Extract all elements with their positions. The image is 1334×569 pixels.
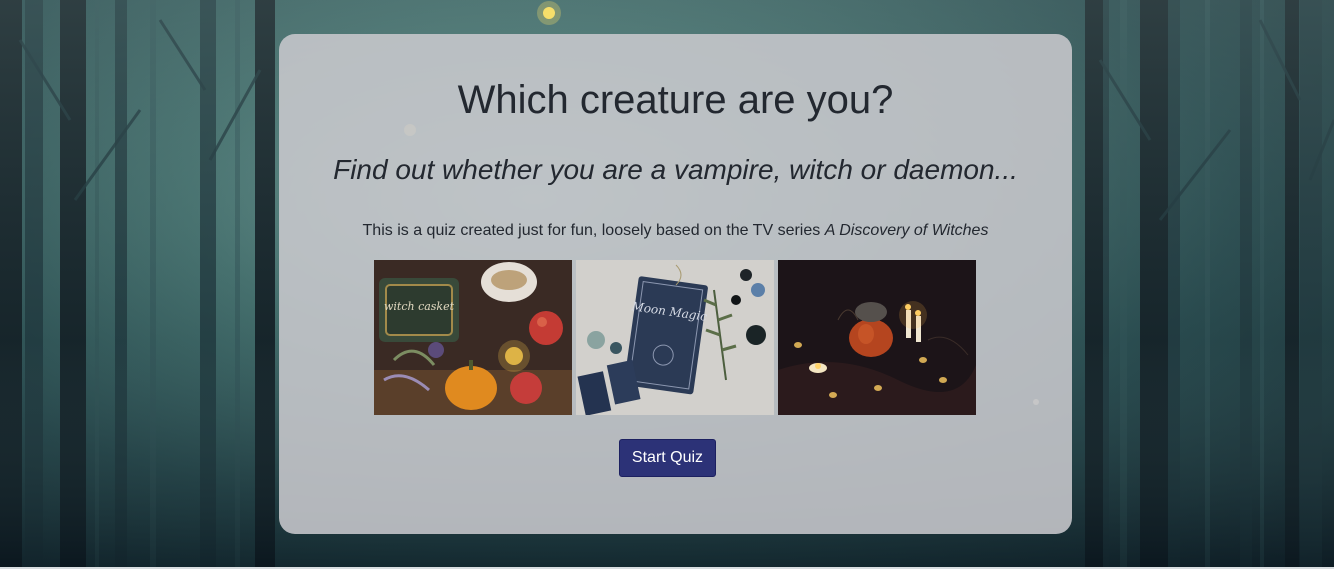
casket-label: witch casket [384, 300, 455, 313]
image-gallery: witch casket Moon Magic [374, 260, 976, 415]
quiz-intro-card: Which creature are you? Find out whether… [279, 34, 1072, 534]
witch-casket-photo: witch casket [374, 260, 572, 415]
description-text: This is a quiz created just for fun, loo… [362, 222, 825, 239]
page-subtitle: Find out whether you are a vampire, witc… [333, 154, 1018, 185]
start-quiz-button[interactable]: Start Quiz [619, 439, 716, 477]
page-title: Which creature are you? [457, 78, 894, 122]
tv-series-title: A Discovery of Witches [824, 222, 989, 239]
moon-magic-book-photo: Moon Magic [576, 260, 774, 415]
candles-pumpkin-photo [778, 260, 976, 415]
quiz-description: This is a quiz created just for fun, loo… [279, 222, 1072, 240]
